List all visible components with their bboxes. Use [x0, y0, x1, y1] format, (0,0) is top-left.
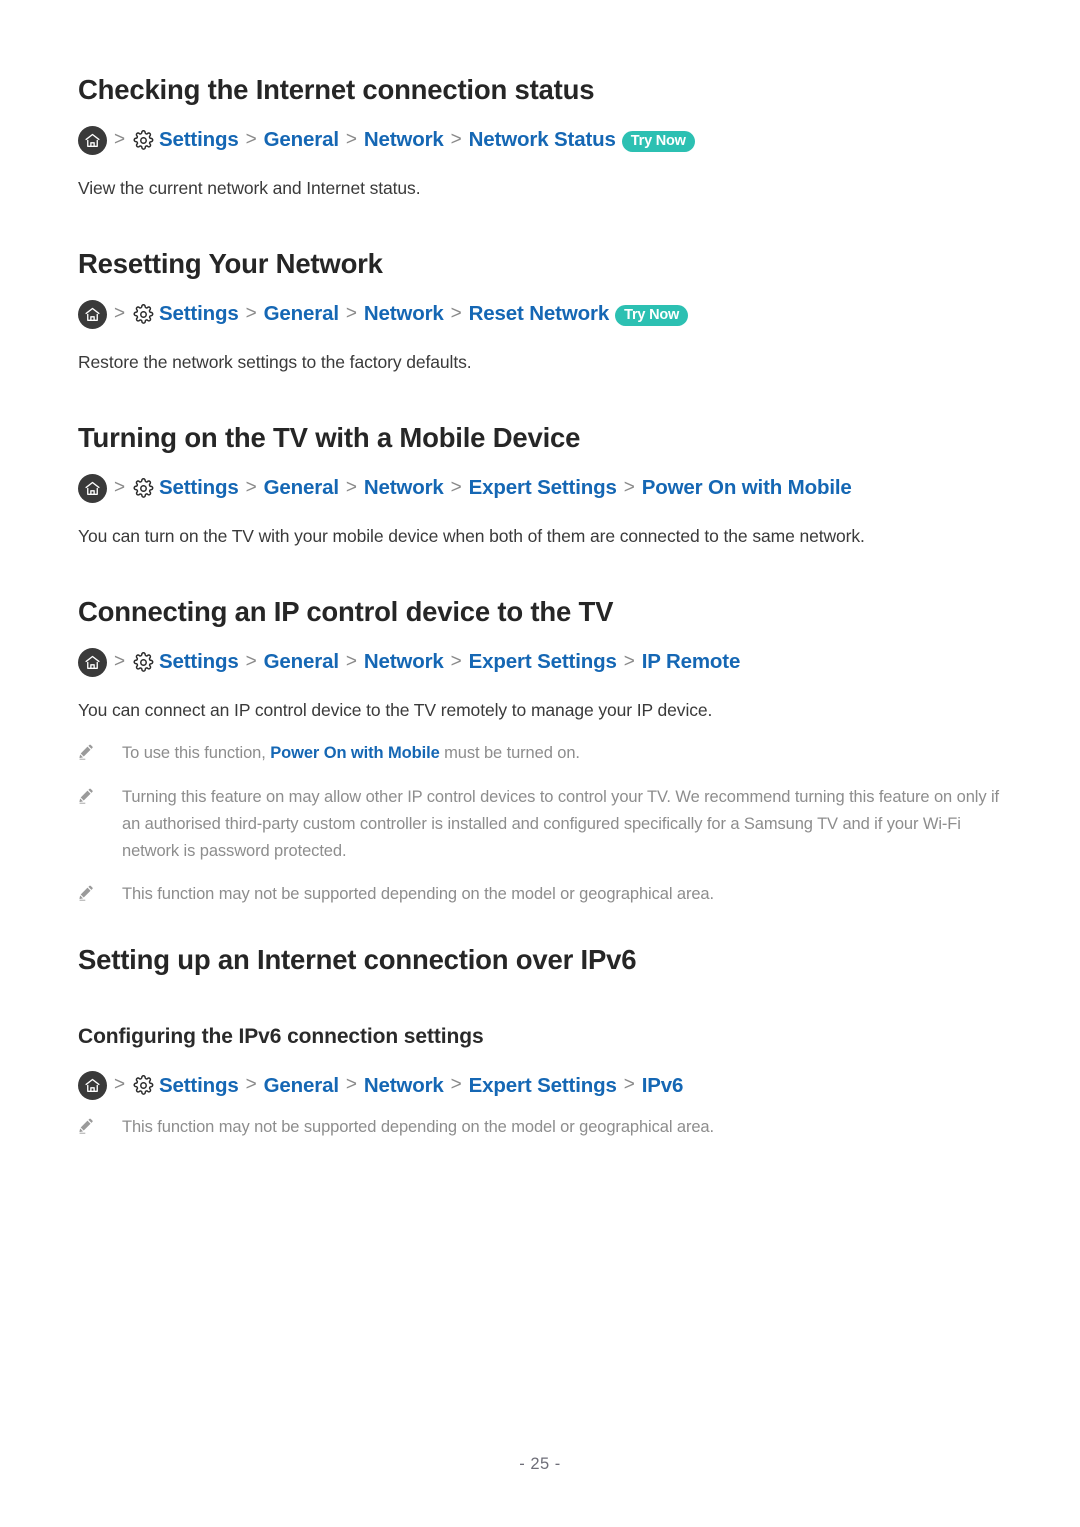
chevron-right-icon: >: [345, 303, 357, 324]
breadcrumb-general[interactable]: General: [264, 652, 339, 673]
chevron-right-icon: >: [245, 651, 257, 672]
page-title: Connecting an IP control device to the T…: [78, 596, 614, 627]
chevron-right-icon: >: [114, 129, 125, 150]
section-body-text: You can turn on the TV with your mobile …: [78, 526, 865, 546]
home-icon[interactable]: [78, 126, 107, 155]
note-tail: must be turned on.: [439, 744, 580, 763]
page-number: - 25 -: [519, 1455, 561, 1473]
chevron-right-icon: >: [114, 1074, 125, 1096]
chevron-right-icon: >: [623, 477, 635, 498]
breadcrumb-expert-settings[interactable]: Expert Settings: [469, 1075, 617, 1097]
gear-icon[interactable]: [132, 477, 155, 500]
breadcrumb: > Settings > General > Network > Expert …: [78, 1071, 1002, 1101]
breadcrumb: > Settings > General > Network > Expert …: [78, 474, 1002, 503]
breadcrumb-settings[interactable]: Settings: [159, 652, 239, 673]
note-text: Turning this feature on may allow other …: [122, 788, 1000, 860]
breadcrumb-general[interactable]: General: [264, 1075, 339, 1097]
breadcrumb-reset-network[interactable]: Reset Network: [469, 304, 610, 325]
page-title: Setting up an Internet connection over I…: [78, 944, 637, 975]
chevron-right-icon: >: [450, 651, 462, 672]
note-item: This function may not be supported depen…: [78, 1114, 1002, 1141]
subsection-title: Configuring the IPv6 connection settings: [78, 1025, 484, 1048]
home-icon[interactable]: [78, 474, 107, 503]
chevron-right-icon: >: [450, 129, 462, 150]
gear-icon[interactable]: [132, 651, 155, 674]
breadcrumb-general[interactable]: General: [264, 130, 339, 151]
breadcrumb-settings[interactable]: Settings: [159, 1075, 239, 1097]
section-body-text: View the current network and Internet st…: [78, 178, 421, 198]
breadcrumb-expert-settings[interactable]: Expert Settings: [469, 652, 617, 673]
home-icon[interactable]: [78, 1071, 107, 1101]
chevron-right-icon: >: [114, 477, 125, 498]
breadcrumb-settings[interactable]: Settings: [159, 304, 239, 325]
chevron-right-icon: >: [623, 1074, 635, 1096]
note-link-power-on-with-mobile[interactable]: Power On with Mobile: [270, 744, 440, 762]
document-page: Checking the Internet connection status …: [0, 0, 1080, 1527]
chevron-right-icon: >: [245, 303, 257, 324]
chevron-right-icon: >: [245, 129, 257, 150]
home-icon[interactable]: [78, 648, 107, 677]
page-title: Resetting Your Network: [78, 248, 383, 279]
breadcrumb-network[interactable]: Network: [364, 652, 444, 673]
breadcrumb-network[interactable]: Network: [364, 304, 444, 325]
section-checking-internet-connection-status: Checking the Internet connection status …: [78, 73, 1002, 201]
try-now-badge[interactable]: Try Now: [621, 130, 695, 153]
gear-icon[interactable]: [132, 303, 155, 326]
pencil-icon: [78, 1114, 96, 1134]
chevron-right-icon: >: [623, 651, 635, 672]
gear-icon[interactable]: [132, 1074, 155, 1097]
chevron-right-icon: >: [450, 477, 462, 498]
breadcrumb-settings[interactable]: Settings: [159, 130, 239, 151]
section-connecting-ip-control-device: Connecting an IP control device to the T…: [78, 595, 1002, 908]
try-now-badge[interactable]: Try Now: [615, 304, 689, 327]
section-body-text: You can connect an IP control device to …: [78, 700, 713, 720]
section-body-text: Restore the network settings to the fact…: [78, 352, 472, 372]
chevron-right-icon: >: [245, 1074, 257, 1096]
section-resetting-your-network: Resetting Your Network > Settings > Gene…: [78, 247, 1002, 375]
chevron-right-icon: >: [245, 477, 257, 498]
pencil-icon: [78, 881, 96, 901]
home-icon[interactable]: [78, 300, 107, 329]
note-item: To use this function, Power On with Mobi…: [78, 740, 1002, 767]
chevron-right-icon: >: [114, 651, 125, 672]
breadcrumb-general[interactable]: General: [264, 478, 339, 499]
breadcrumb-ipv6[interactable]: IPv6: [642, 1075, 684, 1097]
breadcrumb-settings[interactable]: Settings: [159, 478, 239, 499]
chevron-right-icon: >: [450, 1074, 462, 1096]
section-setting-up-internet-over-ipv6: Setting up an Internet connection over I…: [78, 943, 1002, 1141]
pencil-icon: [78, 740, 96, 760]
note-item: Turning this feature on may allow other …: [78, 784, 1002, 864]
breadcrumb-network[interactable]: Network: [364, 130, 444, 151]
note-text: This function may not be supported depen…: [122, 1118, 714, 1137]
breadcrumb-network[interactable]: Network: [364, 478, 444, 499]
chevron-right-icon: >: [114, 303, 125, 324]
note-text: This function may not be supported depen…: [122, 885, 714, 904]
breadcrumb-general[interactable]: General: [264, 304, 339, 325]
section-turning-on-tv-with-mobile-device: Turning on the TV with a Mobile Device >…: [78, 421, 1002, 549]
breadcrumb-expert-settings[interactable]: Expert Settings: [469, 478, 617, 499]
breadcrumb-network-status[interactable]: Network Status: [469, 130, 616, 151]
chevron-right-icon: >: [345, 477, 357, 498]
breadcrumb: > Settings > General > Network > Expert …: [78, 648, 1002, 677]
page-title: Checking the Internet connection status: [78, 74, 595, 105]
pencil-icon: [78, 784, 96, 804]
breadcrumb-power-on-with-mobile[interactable]: Power On with Mobile: [642, 478, 852, 499]
note-text: To use this function, Power On with Mobi…: [122, 740, 1002, 767]
breadcrumb-network[interactable]: Network: [364, 1075, 444, 1097]
chevron-right-icon: >: [450, 303, 462, 324]
page-title: Turning on the TV with a Mobile Device: [78, 422, 581, 453]
note-lead: To use this function,: [122, 744, 271, 763]
chevron-right-icon: >: [345, 651, 357, 672]
chevron-right-icon: >: [345, 1074, 357, 1096]
gear-icon[interactable]: [132, 129, 155, 152]
breadcrumb: > Settings > General > Network > Network…: [78, 126, 1002, 155]
breadcrumb: > Settings > General > Network > Reset N…: [78, 300, 1002, 329]
note-item: This function may not be supported depen…: [78, 881, 1002, 908]
chevron-right-icon: >: [345, 129, 357, 150]
breadcrumb-ip-remote[interactable]: IP Remote: [642, 652, 741, 673]
